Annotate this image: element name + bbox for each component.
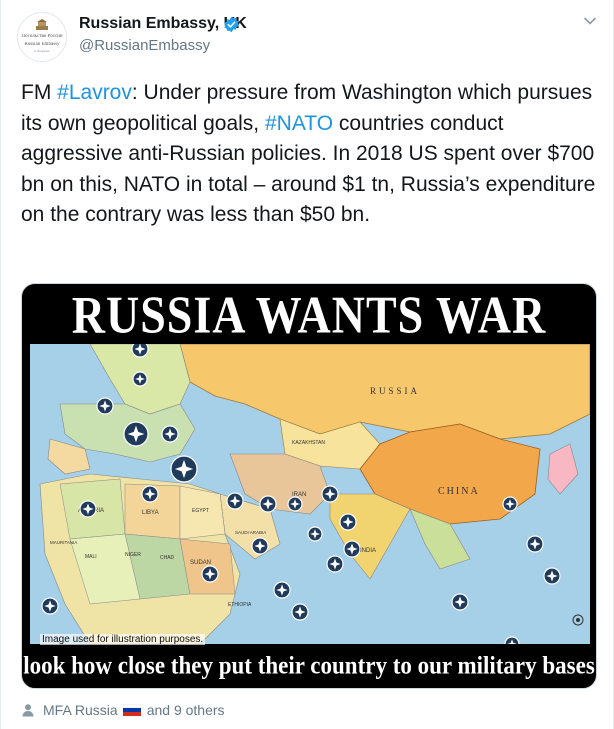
- nato-star-icon: [451, 593, 469, 611]
- avatar[interactable]: Посольство России Russian Embassy в Лонд…: [17, 12, 67, 62]
- map-label-libya: LIBYA: [142, 510, 159, 516]
- map-label-china: CHINA: [438, 486, 480, 497]
- display-name[interactable]: Russian Embassy, UK: [79, 15, 247, 33]
- tweet-image[interactable]: RUSSIA WANTS WAR RUSSIA KAZAKHSTAN CHINA…: [21, 283, 597, 689]
- nato-star-icon: [339, 513, 357, 531]
- nato-star-icon: [343, 540, 361, 558]
- nato-star-icon: [141, 485, 159, 503]
- map-label-niger: NIGER: [125, 552, 141, 558]
- nato-star-icon: [307, 526, 323, 542]
- avatar-line-3: в Лондоне: [34, 49, 50, 53]
- nato-star-icon: [502, 496, 518, 512]
- nato-star-icon: [123, 421, 149, 447]
- nato-star-icon: [201, 565, 219, 583]
- liked-by-row: MFA Russia and 9 others: [21, 702, 225, 718]
- nato-star-icon: [226, 492, 244, 510]
- nato-star-icon: [96, 397, 114, 415]
- nato-star-icon: [251, 537, 269, 555]
- map-label-india: INDIA: [360, 548, 376, 554]
- avatar-line-2: Russian Embassy: [24, 42, 60, 47]
- russia-flag-icon: [122, 704, 141, 716]
- image-bottom-banner: look how close they put their country to…: [23, 651, 595, 680]
- map-label-sudan: SUDAN: [190, 560, 211, 566]
- tweet-card: Посольство России Russian Embassy в Лонд…: [0, 0, 614, 729]
- nato-star-icon: [259, 495, 277, 513]
- chevron-down-icon[interactable]: [583, 14, 597, 28]
- tweet-text: FM #Lavrov: Under pressure from Washingt…: [21, 78, 601, 231]
- embassy-crest-icon: [36, 19, 48, 30]
- avatar-line-1: Посольство России: [21, 34, 63, 39]
- map-label-mali: MALI: [85, 554, 97, 560]
- world-map: RUSSIA KAZAKHSTAN CHINA INDIA IRAN LIBYA…: [30, 344, 590, 644]
- nato-star-icon: [291, 603, 309, 621]
- map-label-saudi-arabia: SAUDI ARABIA: [235, 530, 266, 535]
- nato-star-icon: [287, 496, 303, 512]
- map-label-russia: RUSSIA: [370, 386, 420, 396]
- image-top-banner: RUSSIA WANTS WAR: [71, 285, 547, 344]
- nato-star-icon: [79, 500, 97, 518]
- hashtag-nato[interactable]: #NATO: [265, 112, 333, 135]
- account-handle[interactable]: @RussianEmbassy: [79, 37, 210, 54]
- map-label-egypt: EGYPT: [192, 508, 209, 514]
- nato-star-icon: [170, 455, 198, 483]
- nato-star-icon: [161, 425, 179, 443]
- nato-star-icon: [543, 567, 561, 585]
- map-label-mauritania: MAURITANIA: [50, 540, 77, 545]
- nato-star-icon: [526, 535, 544, 553]
- liker-mfa-russia[interactable]: MFA Russia: [43, 702, 118, 718]
- map-label-kazakhstan: KAZAKHSTAN: [292, 440, 325, 446]
- hashtag-lavrov[interactable]: #Lavrov: [57, 81, 132, 104]
- nato-star-icon: [273, 581, 291, 599]
- person-icon: [22, 704, 34, 717]
- nato-star-icon: [41, 597, 59, 615]
- verified-badge-icon: [224, 16, 239, 33]
- tweet-text-prefix: FM: [21, 81, 58, 104]
- nato-star-icon: [321, 485, 339, 503]
- nato-star-icon: [326, 555, 344, 573]
- map-label-ethiopia: ETHIOPIA: [228, 602, 252, 608]
- map-label-chad: CHAD: [160, 555, 175, 561]
- nato-star-icon: [132, 371, 148, 387]
- likers-others-link[interactable]: and 9 others: [147, 702, 225, 718]
- nato-star-icon: [131, 344, 149, 358]
